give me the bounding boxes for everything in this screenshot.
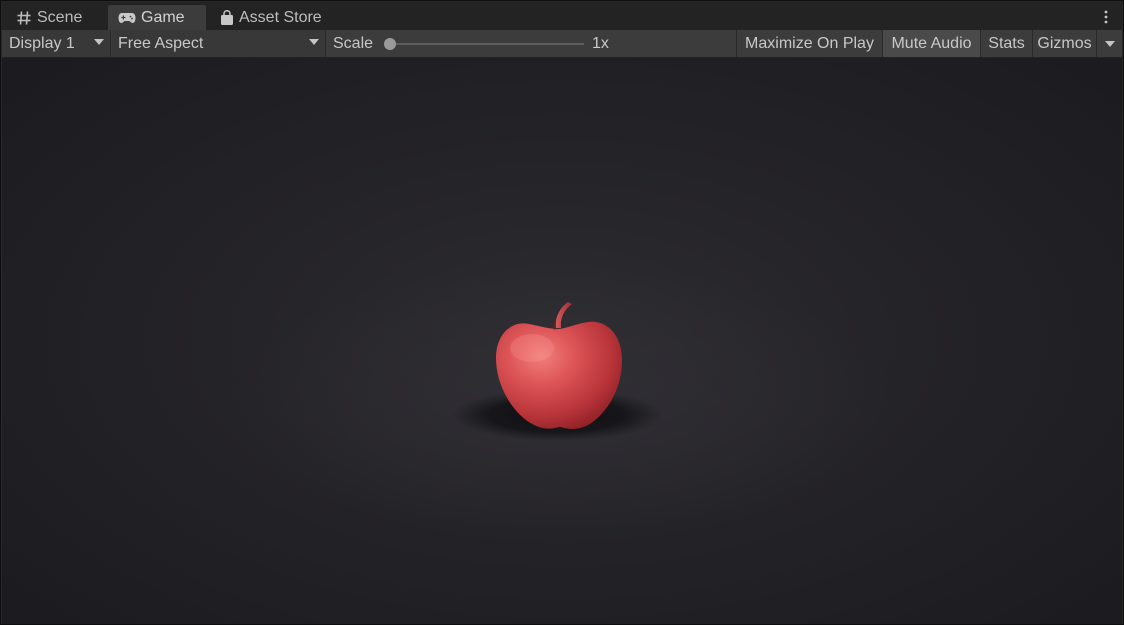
tab-game-label: Game: [141, 9, 185, 26]
game-view-window: Scene Game Asset Store Display 1 Free As…: [0, 0, 1124, 625]
scale-value: 1x: [592, 34, 609, 52]
gamepad-icon: [118, 11, 136, 25]
chevron-down-icon: [1104, 40, 1115, 47]
scale-slider-thumb[interactable]: [384, 38, 396, 50]
gizmos-menu-button[interactable]: [1096, 30, 1122, 57]
grid-icon: [16, 10, 32, 26]
game-toolbar: Display 1 Free Aspect Scale 1x Maximize …: [2, 30, 1122, 58]
chevron-down-icon: [94, 39, 104, 45]
aspect-dropdown-value: Free Aspect: [118, 34, 204, 52]
rendered-scene: [232, 248, 892, 528]
tab-bar: Scene Game Asset Store: [2, 2, 1122, 31]
scale-slider-track[interactable]: [390, 43, 584, 45]
display-dropdown-value: Display 1: [9, 34, 75, 52]
chevron-down-icon: [309, 39, 319, 45]
tab-scene[interactable]: Scene: [6, 5, 106, 31]
tab-game[interactable]: Game: [108, 5, 206, 31]
game-viewport[interactable]: [2, 58, 1122, 624]
shopping-bag-icon: [220, 10, 234, 26]
aspect-dropdown[interactable]: Free Aspect: [112, 30, 326, 57]
tab-asset-store[interactable]: Asset Store: [210, 5, 340, 31]
kebab-menu-icon[interactable]: [1098, 7, 1114, 27]
stats-button[interactable]: Stats: [980, 30, 1032, 57]
maximize-on-play-button[interactable]: Maximize On Play: [736, 30, 882, 57]
gizmos-button[interactable]: Gizmos: [1032, 30, 1096, 57]
tab-scene-label: Scene: [37, 9, 83, 26]
display-dropdown[interactable]: Display 1: [3, 30, 111, 57]
mute-audio-button[interactable]: Mute Audio: [882, 30, 980, 57]
tab-asset-store-label: Asset Store: [239, 9, 322, 26]
scale-label: Scale: [333, 34, 374, 52]
